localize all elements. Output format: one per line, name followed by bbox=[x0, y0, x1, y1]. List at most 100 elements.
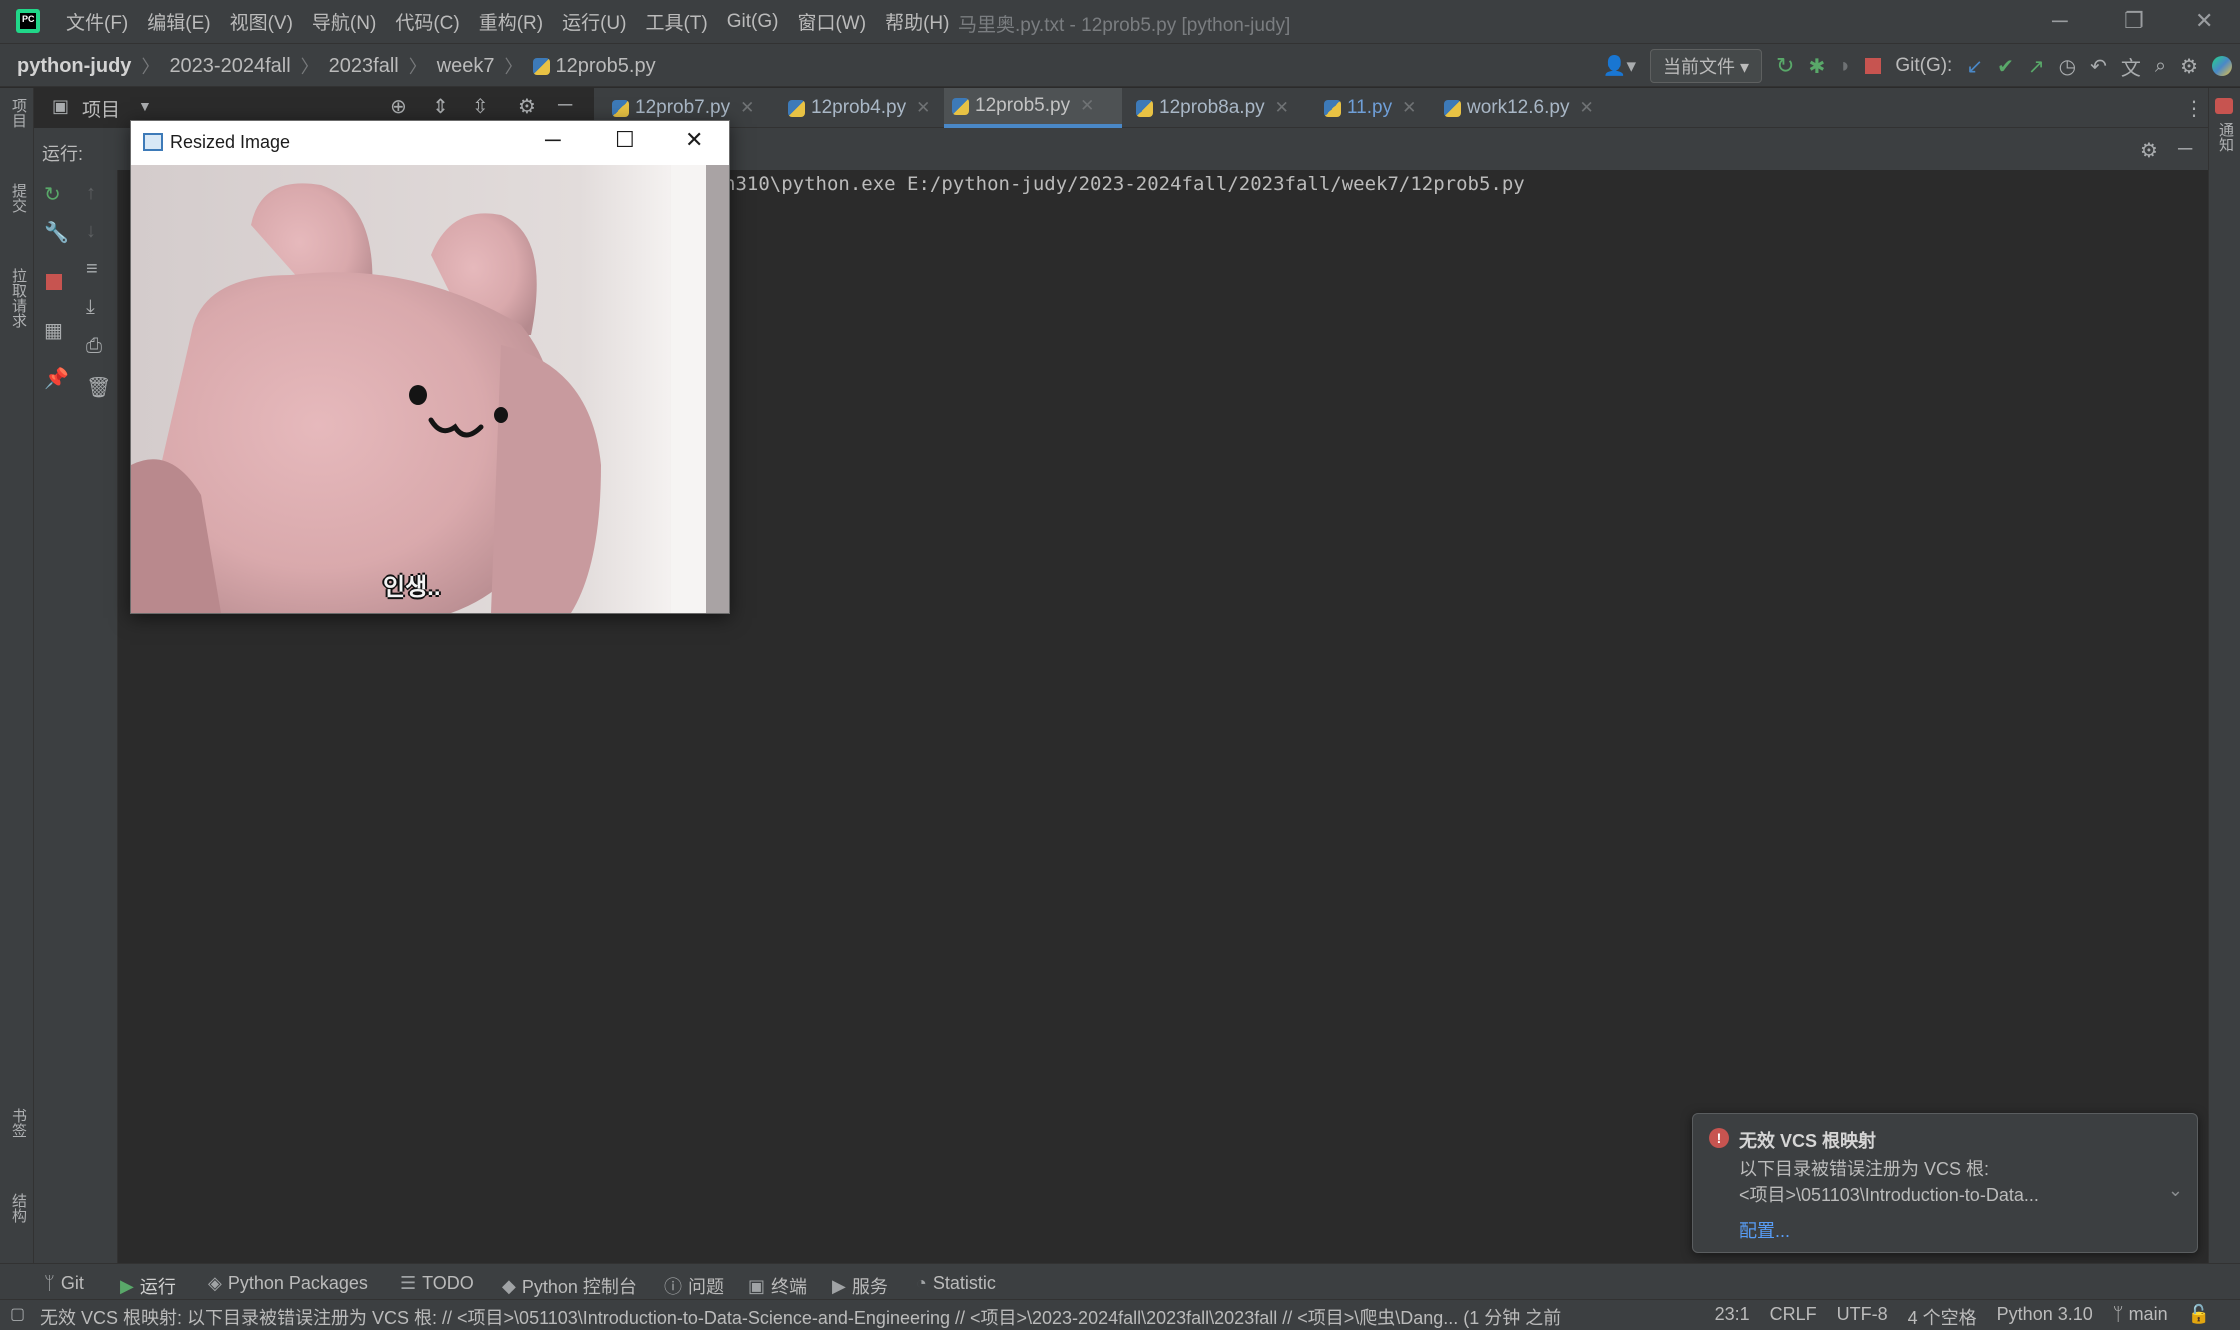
menu-edit[interactable]: 编辑(E) bbox=[147, 8, 210, 35]
close-tab-icon[interactable]: ✕ bbox=[1402, 98, 1416, 118]
hide-panel-icon[interactable]: ─ bbox=[558, 94, 572, 117]
gear-icon[interactable]: ⚙ bbox=[2180, 54, 2198, 79]
trash-icon[interactable]: 🗑 bbox=[86, 375, 111, 400]
menu-git[interactable]: Git(G) bbox=[727, 11, 779, 33]
menu-view[interactable]: 视图(V) bbox=[230, 8, 293, 35]
stop-icon[interactable] bbox=[46, 274, 62, 290]
vcs-notification[interactable]: ! 无效 VCS 根映射 以下目录被错误注册为 VCS 根: <项目>\0511… bbox=[1692, 1113, 2198, 1253]
image-maximize-button[interactable]: ☐ bbox=[615, 127, 635, 153]
notifications-icon[interactable] bbox=[2215, 98, 2233, 114]
tool-todo[interactable]: ☰ TODO bbox=[400, 1273, 474, 1294]
down-arrow-icon[interactable]: ↓ bbox=[86, 220, 96, 243]
run-config-dropdown[interactable]: 当前文件 ▾ bbox=[1650, 49, 1763, 83]
git-commit-icon[interactable]: ✔ bbox=[1997, 54, 2014, 79]
lock-icon[interactable]: 🔓 bbox=[2188, 1304, 2210, 1330]
project-settings-icon[interactable]: ⚙ bbox=[518, 94, 536, 119]
python-interpreter[interactable]: Python 3.10 bbox=[1997, 1304, 2093, 1330]
breadcrumb-folder[interactable]: 2023fall bbox=[329, 55, 399, 78]
user-icon[interactable]: 👤▾ bbox=[1603, 54, 1636, 78]
git-update-icon[interactable]: ↙ bbox=[1966, 54, 1983, 79]
status-message[interactable]: 无效 VCS 根映射: 以下目录被错误注册为 VCS 根: // <项目>\05… bbox=[40, 1304, 1680, 1330]
image-close-button[interactable]: ✕ bbox=[685, 127, 703, 153]
breadcrumb-folder[interactable]: week7 bbox=[437, 55, 495, 78]
status-toggle-icon[interactable]: ▢ bbox=[10, 1304, 25, 1324]
notifications-tool-button[interactable]: 通知 bbox=[2215, 122, 2236, 152]
pin-icon[interactable]: 📌 bbox=[44, 366, 69, 391]
expand-all-icon[interactable]: ⇕ bbox=[432, 94, 449, 119]
collapse-all-icon[interactable]: ⇳ bbox=[472, 94, 489, 119]
tool-problems[interactable]: ⓘ 问题 bbox=[664, 1273, 724, 1299]
caret-position[interactable]: 23:1 bbox=[1715, 1304, 1750, 1330]
hide-run-panel-icon[interactable]: ─ bbox=[2178, 138, 2192, 161]
close-tab-icon[interactable]: ✕ bbox=[1275, 98, 1289, 118]
breadcrumb-project[interactable]: python-judy bbox=[17, 55, 131, 78]
project-panel-title[interactable]: 项目 bbox=[82, 95, 120, 122]
chevron-down-icon[interactable]: ▼ bbox=[138, 98, 152, 114]
image-window-titlebar[interactable]: Resized Image ─ ☐ ✕ bbox=[131, 121, 729, 165]
file-encoding[interactable]: UTF-8 bbox=[1837, 1304, 1888, 1330]
chevron-down-icon[interactable]: ⌄ bbox=[2168, 1180, 2183, 1201]
close-window-button[interactable]: ✕ bbox=[2195, 8, 2213, 34]
menu-help[interactable]: 帮助(H) bbox=[885, 8, 949, 35]
project-tool-button[interactable]: 项目 bbox=[8, 98, 29, 128]
tool-terminal[interactable]: ▣ 终端 bbox=[748, 1273, 807, 1299]
soft-wrap-icon[interactable]: ≡ bbox=[86, 258, 98, 281]
wrench-icon[interactable]: 🔧 bbox=[44, 220, 69, 245]
breadcrumb-file[interactable]: 12prob5.py bbox=[556, 55, 656, 78]
python-file-icon bbox=[788, 99, 805, 117]
menu-file[interactable]: 文件(F) bbox=[66, 8, 128, 35]
git-push-icon[interactable]: ↗ bbox=[2028, 54, 2045, 79]
resized-image-window[interactable]: Resized Image ─ ☐ ✕ 인생.. bbox=[130, 120, 730, 614]
rerun-icon[interactable]: ↻ bbox=[1776, 53, 1794, 79]
tool-services[interactable]: ▶ 服务 bbox=[832, 1273, 888, 1299]
close-tab-icon[interactable]: ✕ bbox=[1579, 98, 1593, 118]
tool-run[interactable]: ▶ 运行 bbox=[120, 1273, 176, 1299]
breadcrumb-folder[interactable]: 2023-2024fall bbox=[169, 55, 290, 78]
translate-icon[interactable]: 文 bbox=[2121, 52, 2141, 81]
history-icon[interactable]: ◷ bbox=[2059, 54, 2076, 79]
tool-statistic[interactable]: ◔ Statistic bbox=[916, 1273, 996, 1294]
menu-window[interactable]: 窗口(W) bbox=[797, 8, 866, 35]
line-separator[interactable]: CRLF bbox=[1770, 1304, 1817, 1330]
close-tab-icon[interactable]: ✕ bbox=[916, 98, 930, 118]
debug-icon[interactable]: ✱ bbox=[1808, 54, 1825, 79]
print-icon[interactable]: ⎙ bbox=[86, 335, 102, 358]
layout-icon[interactable]: ▦ bbox=[44, 318, 63, 343]
menu-code[interactable]: 代码(C) bbox=[395, 8, 459, 35]
close-tab-icon[interactable]: ✕ bbox=[740, 98, 754, 118]
minimize-button[interactable]: ─ bbox=[2052, 8, 2068, 34]
indent-setting[interactable]: 4 个空格 bbox=[1908, 1304, 1977, 1330]
structure-tool-button[interactable]: 结构 bbox=[8, 1193, 29, 1223]
stop-icon[interactable] bbox=[1865, 58, 1882, 74]
menu-navigate[interactable]: 导航(N) bbox=[312, 8, 376, 35]
tab-12prob5[interactable]: 12prob5.py ✕ bbox=[944, 88, 1122, 128]
run-settings-icon[interactable]: ⚙ bbox=[2140, 138, 2158, 163]
tab-work12-6[interactable]: work12.6.py ✕ bbox=[1436, 88, 1602, 128]
menu-tools[interactable]: 工具(T) bbox=[645, 8, 707, 35]
more-tabs-icon[interactable]: ⋮ bbox=[2184, 96, 2204, 121]
restore-button[interactable]: ❐ bbox=[2124, 8, 2144, 34]
scroll-to-end-icon[interactable]: ⤓ bbox=[86, 296, 95, 319]
commit-tool-button[interactable]: 提交 bbox=[8, 183, 29, 213]
locate-icon[interactable]: ⊕ bbox=[390, 94, 407, 119]
rerun-icon[interactable]: ↻ bbox=[44, 182, 61, 207]
jetbrains-icon[interactable] bbox=[2212, 56, 2232, 76]
tool-python-packages[interactable]: ◈ Python Packages bbox=[208, 1273, 368, 1294]
close-tab-icon[interactable]: ✕ bbox=[1080, 96, 1094, 116]
bookmarks-tool-button[interactable]: 书签 bbox=[8, 1108, 29, 1138]
coverage-icon[interactable]: ◗ bbox=[1839, 55, 1851, 78]
up-arrow-icon[interactable]: ↑ bbox=[86, 182, 96, 205]
tool-python-console[interactable]: ◆ Python 控制台 bbox=[502, 1273, 637, 1299]
git-branch[interactable]: ᛘ main bbox=[2113, 1304, 2168, 1330]
pull-requests-tool-button[interactable]: 拉取请求 bbox=[8, 268, 29, 328]
tab-12prob4[interactable]: 12prob4.py ✕ bbox=[780, 88, 938, 128]
search-icon[interactable]: ⌕ bbox=[2155, 55, 2166, 78]
menu-refactor[interactable]: 重构(R) bbox=[479, 8, 543, 35]
tab-11[interactable]: 11.py ✕ bbox=[1316, 88, 1424, 128]
image-minimize-button[interactable]: ─ bbox=[545, 127, 561, 153]
tab-12prob8a[interactable]: 12prob8a.py ✕ bbox=[1128, 88, 1297, 128]
menu-run[interactable]: 运行(U) bbox=[562, 8, 626, 35]
tool-git[interactable]: ᛘ Git bbox=[44, 1273, 84, 1294]
configure-link[interactable]: 配置... bbox=[1739, 1217, 1790, 1243]
rollback-icon[interactable]: ↶ bbox=[2090, 54, 2107, 79]
